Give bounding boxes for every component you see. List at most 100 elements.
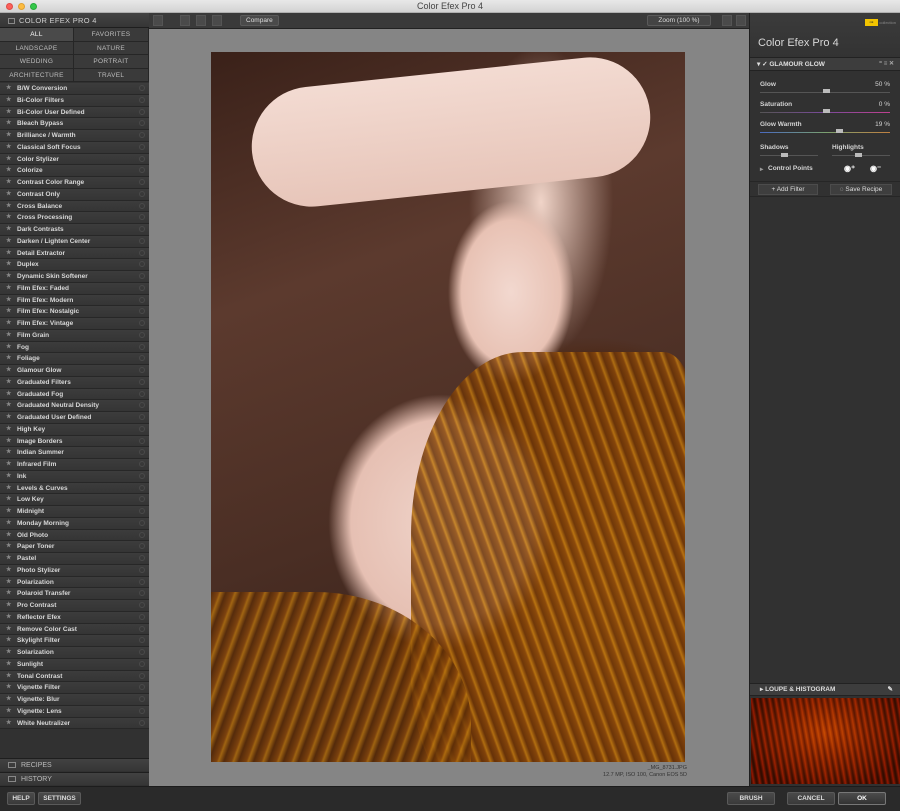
favorite-star-icon[interactable]: ★ xyxy=(6,201,11,213)
filter-list-item[interactable]: ★ Vignette: Lens xyxy=(0,705,149,718)
favorite-star-icon[interactable]: ★ xyxy=(6,530,11,542)
favorite-star-icon[interactable]: ★ xyxy=(6,95,11,107)
add-filter-button[interactable]: + Add Filter xyxy=(758,184,818,195)
slider-track[interactable] xyxy=(760,132,890,133)
filter-list-item[interactable]: ★ Bi-Color Filters xyxy=(0,94,149,107)
filter-info-icon[interactable] xyxy=(139,437,145,444)
panel-toggle-icon[interactable] xyxy=(8,18,15,24)
filter-info-icon[interactable] xyxy=(139,96,145,103)
help-button[interactable]: HELP xyxy=(7,792,35,805)
settings-button[interactable]: SETTINGS xyxy=(38,792,81,805)
recipes-section[interactable]: RECIPES xyxy=(0,758,149,771)
favorite-star-icon[interactable]: ★ xyxy=(6,647,11,659)
favorite-star-icon[interactable]: ★ xyxy=(6,635,11,647)
filter-list-item[interactable]: ★ Indian Summer xyxy=(0,447,149,459)
filter-list-item[interactable]: ★ Dynamic Skin Softener xyxy=(0,271,149,283)
filter-list-item[interactable]: ★ Contrast Only xyxy=(0,188,149,201)
filter-list-item[interactable]: ★ Levels & Curves xyxy=(0,482,149,495)
filter-info-icon[interactable] xyxy=(139,719,145,726)
filter-browser-header[interactable]: COLOR EFEX PRO 4 xyxy=(0,13,149,28)
favorite-star-icon[interactable]: ★ xyxy=(6,471,11,483)
favorite-star-icon[interactable]: ★ xyxy=(6,283,11,295)
filter-info-icon[interactable] xyxy=(139,143,145,150)
enable-checkmark-icon[interactable]: ✓ xyxy=(762,61,767,68)
filter-info-icon[interactable] xyxy=(139,179,145,185)
filter-list-item[interactable]: ★ Brilliance / Warmth xyxy=(0,130,149,142)
filter-list-item[interactable]: ★ Low Key xyxy=(0,494,149,506)
favorite-star-icon[interactable]: ★ xyxy=(6,107,11,119)
filter-list-item[interactable]: ★ Photo Stylizer xyxy=(0,564,149,577)
filter-list-item[interactable]: ★ Film Efex: Nostalgic xyxy=(0,306,149,318)
filter-list-item[interactable]: ★ White Neutralizer xyxy=(0,717,149,730)
filter-list-item[interactable]: ★ Remove Color Cast xyxy=(0,623,149,636)
filter-info-icon[interactable] xyxy=(139,155,145,162)
category-tab-nature[interactable]: NATURE xyxy=(74,41,149,55)
category-tab-all[interactable]: ALL xyxy=(0,28,74,42)
filter-info-icon[interactable] xyxy=(139,378,145,385)
filter-info-icon[interactable] xyxy=(139,237,145,244)
favorite-star-icon[interactable]: ★ xyxy=(6,154,11,166)
filter-info-icon[interactable] xyxy=(139,355,145,362)
zoom-dropdown[interactable]: Zoom (100 %) xyxy=(647,15,711,26)
favorite-star-icon[interactable]: ★ xyxy=(6,177,11,189)
filter-info-icon[interactable] xyxy=(139,672,145,679)
filter-info-icon[interactable] xyxy=(139,613,145,620)
filter-info-icon[interactable] xyxy=(139,308,145,315)
ok-button[interactable]: OK xyxy=(838,792,886,805)
favorite-star-icon[interactable]: ★ xyxy=(6,318,11,330)
filter-list-item[interactable]: ★ Film Grain xyxy=(0,329,149,342)
category-tab-wedding[interactable]: WEDDING xyxy=(0,55,74,69)
favorite-star-icon[interactable]: ★ xyxy=(6,259,11,271)
favorite-star-icon[interactable]: ★ xyxy=(6,271,11,283)
filter-info-icon[interactable] xyxy=(139,578,145,585)
filter-info-icon[interactable] xyxy=(139,508,145,514)
filter-info-icon[interactable] xyxy=(139,331,145,338)
single-view-button[interactable] xyxy=(180,15,190,26)
shadows-thumb[interactable] xyxy=(781,153,788,157)
filter-info-icon[interactable] xyxy=(139,167,145,174)
filter-list-item[interactable]: ★ Graduated Filters xyxy=(0,376,149,389)
favorite-star-icon[interactable]: ★ xyxy=(6,541,11,553)
split-view-button[interactable] xyxy=(196,15,206,26)
favorite-star-icon[interactable]: ★ xyxy=(6,682,11,694)
filter-list-item[interactable]: ★ Film Efex: Vintage xyxy=(0,318,149,330)
favorite-star-icon[interactable]: ★ xyxy=(6,447,11,459)
filter-info-icon[interactable] xyxy=(139,484,145,491)
favorite-star-icon[interactable]: ★ xyxy=(6,706,11,718)
favorite-star-icon[interactable]: ★ xyxy=(6,412,11,424)
favorite-star-icon[interactable]: ★ xyxy=(6,330,11,342)
filter-info-icon[interactable] xyxy=(139,625,145,632)
category-tab-portrait[interactable]: PORTRAIT xyxy=(74,55,149,69)
filter-info-icon[interactable] xyxy=(139,296,145,303)
filter-info-icon[interactable] xyxy=(139,461,145,467)
filter-info-icon[interactable] xyxy=(139,343,145,350)
filter-info-icon[interactable] xyxy=(139,602,145,608)
filter-info-icon[interactable] xyxy=(139,414,145,420)
filter-list-item[interactable]: ★ Cross Processing xyxy=(0,212,149,224)
filter-list-item[interactable]: ★ Tonal Contrast xyxy=(0,670,149,683)
filter-info-icon[interactable] xyxy=(139,696,145,702)
filter-list-item[interactable]: ★ Monday Morning xyxy=(0,517,149,530)
favorite-star-icon[interactable]: ★ xyxy=(6,553,11,565)
filter-info-icon[interactable] xyxy=(139,367,145,373)
filter-list-item[interactable]: ★ Sunlight xyxy=(0,658,149,671)
history-section[interactable]: HISTORY xyxy=(0,772,149,785)
favorite-star-icon[interactable]: ★ xyxy=(6,212,11,224)
side-by-side-view-button[interactable] xyxy=(212,15,222,26)
filter-info-icon[interactable] xyxy=(139,320,145,326)
filter-info-icon[interactable] xyxy=(139,637,145,644)
favorite-star-icon[interactable]: ★ xyxy=(6,295,11,307)
active-filter-header[interactable]: ▾ ✓ GLAMOUR GLOW ⁼ ≡ ✕ xyxy=(750,58,900,71)
filter-list-item[interactable]: ★ Pro Contrast xyxy=(0,600,149,612)
filter-list-item[interactable]: ★ Detail Extractor xyxy=(0,247,149,260)
filter-info-icon[interactable] xyxy=(139,566,145,573)
category-tab-travel[interactable]: TRAVEL xyxy=(74,68,149,82)
filter-list-item[interactable]: ★ Contrast Color Range xyxy=(0,177,149,189)
filter-info-icon[interactable] xyxy=(139,649,145,655)
filter-list-item[interactable]: ★ Cross Balance xyxy=(0,200,149,213)
filter-info-icon[interactable] xyxy=(139,660,145,667)
filter-info-icon[interactable] xyxy=(139,132,145,138)
compare-button[interactable]: Compare xyxy=(240,15,279,26)
favorite-star-icon[interactable]: ★ xyxy=(6,600,11,612)
favorite-star-icon[interactable]: ★ xyxy=(6,565,11,577)
